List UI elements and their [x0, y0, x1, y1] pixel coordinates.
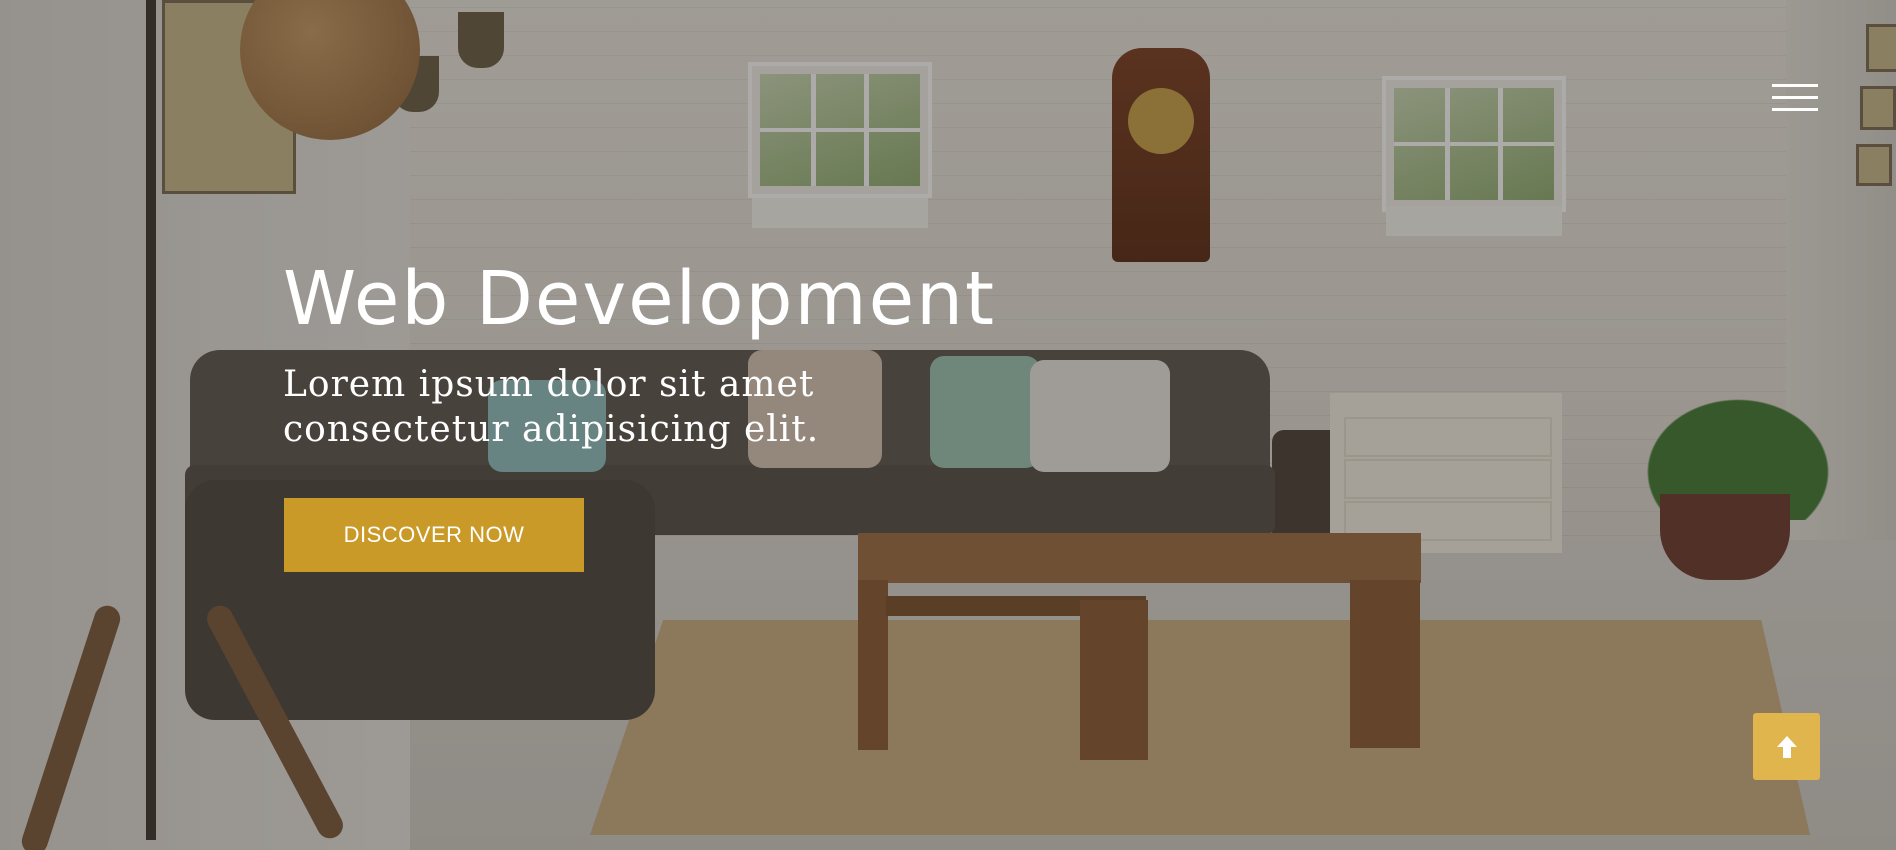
- scroll-to-top-button[interactable]: [1753, 713, 1820, 780]
- hamburger-menu-icon: [1772, 96, 1818, 99]
- hamburger-menu-button[interactable]: [1772, 84, 1820, 116]
- discover-now-button[interactable]: DISCOVER NOW: [284, 498, 584, 572]
- hero-subtitle: Lorem ipsum dolor sit amet consectetur a…: [283, 364, 820, 450]
- hero-title: Web Development: [283, 256, 997, 342]
- hamburger-menu-icon: [1772, 108, 1818, 111]
- arrow-up-icon: [1776, 735, 1797, 758]
- hero-section: Web Development Lorem ipsum dolor sit am…: [0, 0, 1896, 850]
- hamburger-menu-icon: [1772, 84, 1818, 87]
